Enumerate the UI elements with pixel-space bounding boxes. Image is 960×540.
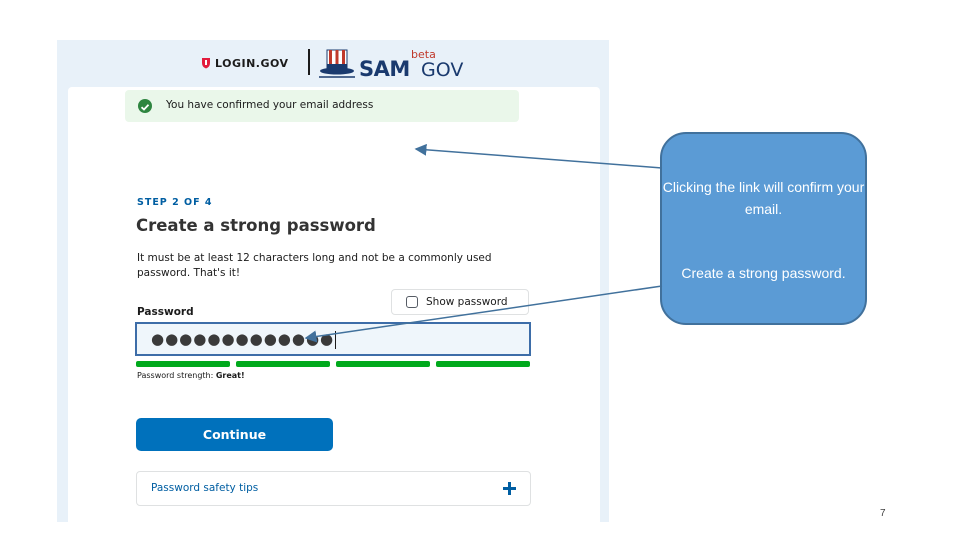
password-safety-tips-accordion[interactable]: Password safety tips bbox=[136, 471, 531, 506]
sam-gov-text: GOV bbox=[421, 59, 464, 81]
password-safety-tips-label[interactable]: Password safety tips bbox=[151, 482, 258, 494]
show-password-label[interactable]: Show password bbox=[426, 296, 508, 308]
shield-icon bbox=[202, 58, 210, 69]
text-caret bbox=[335, 330, 337, 349]
success-alert: You have confirmed your email address bbox=[125, 90, 519, 122]
password-strength-value: Great! bbox=[215, 371, 245, 380]
show-password-checkbox[interactable] bbox=[406, 296, 418, 308]
uncle-sam-hat-icon bbox=[319, 49, 355, 78]
plus-icon[interactable] bbox=[503, 482, 516, 495]
continue-button[interactable]: Continue bbox=[136, 418, 333, 451]
password-strength-label: Password strength: bbox=[137, 371, 216, 380]
callout-text-confirm-email: Clicking the link will confirm your emai… bbox=[662, 179, 865, 217]
logo-divider bbox=[308, 49, 310, 75]
callout-text-create-password: Create a strong password. bbox=[681, 265, 846, 281]
login-gov-logo: LOGIN.GOV bbox=[201, 54, 289, 72]
slide-page-number: 7 bbox=[880, 508, 886, 519]
show-password-toggle[interactable]: Show password bbox=[391, 289, 529, 315]
step-indicator: STEP 2 OF 4 bbox=[137, 197, 213, 208]
strength-segment bbox=[136, 361, 230, 367]
password-requirements-text: It must be at least 12 characters long a… bbox=[137, 252, 492, 279]
sam-logo-text: SAM bbox=[359, 57, 410, 81]
check-circle-icon bbox=[138, 99, 152, 113]
password-strength-meter bbox=[136, 361, 530, 367]
header: LOGIN.GOV SAM beta GOV bbox=[57, 40, 609, 88]
page-title: Create a strong password bbox=[136, 216, 376, 235]
callout-box: Clicking the link will confirm your emai… bbox=[660, 132, 867, 325]
login-gov-logo-text: LOGIN.GOV bbox=[215, 56, 289, 70]
success-alert-text: You have confirmed your email address bbox=[166, 99, 374, 111]
strength-segment bbox=[436, 361, 530, 367]
password-dots: ●●●●●●●●●●●●● bbox=[151, 330, 335, 348]
password-value[interactable]: ●●●●●●●●●●●●● bbox=[151, 330, 337, 349]
password-strength-text: Password strength: Great! bbox=[137, 371, 245, 380]
strength-segment bbox=[336, 361, 430, 367]
password-input[interactable]: ●●●●●●●●●●●●● bbox=[135, 322, 531, 356]
password-label: Password bbox=[137, 306, 194, 318]
strength-segment bbox=[236, 361, 330, 367]
